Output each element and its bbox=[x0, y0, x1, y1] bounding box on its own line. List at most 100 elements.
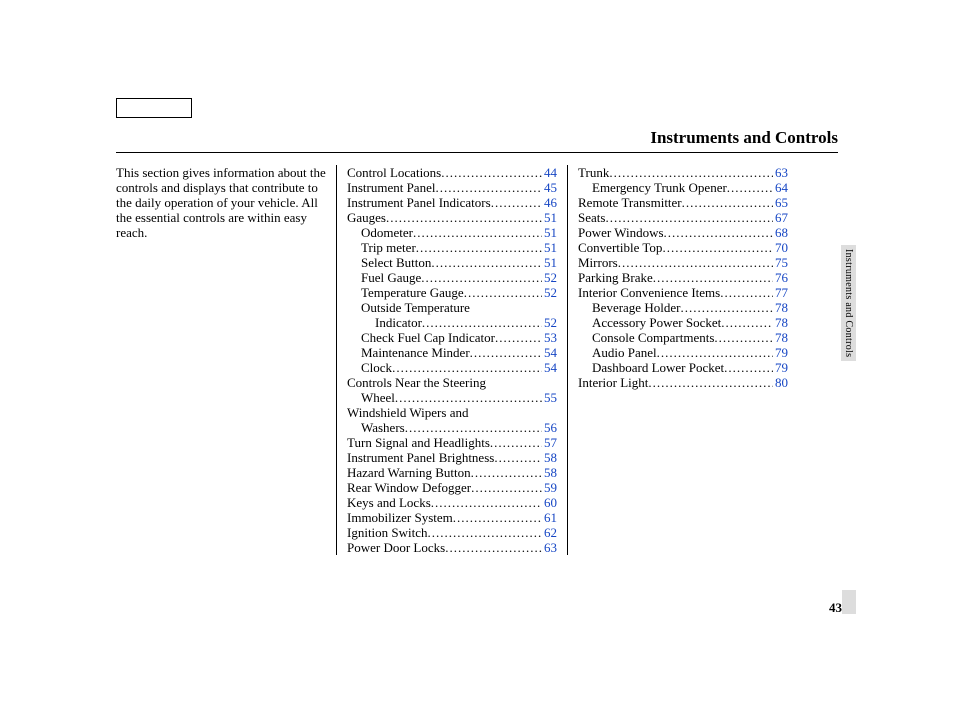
toc-entry[interactable]: Convertible Top 70 bbox=[578, 240, 788, 255]
toc-entry[interactable]: Accessory Power Socket78 bbox=[578, 315, 788, 330]
toc-page[interactable]: 44 bbox=[542, 165, 557, 180]
toc-entry[interactable]: Beverage Holder78 bbox=[578, 300, 788, 315]
toc-entry[interactable]: Audio Panel 79 bbox=[578, 345, 788, 360]
toc-page[interactable]: 77 bbox=[773, 285, 788, 300]
toc-page[interactable]: 78 bbox=[773, 330, 788, 345]
toc-page[interactable]: 65 bbox=[773, 195, 788, 210]
toc-leader-dots bbox=[714, 330, 773, 345]
toc-page[interactable]: 57 bbox=[542, 435, 557, 450]
toc-label: Power Windows bbox=[578, 225, 664, 240]
toc-entry[interactable]: Fuel Gauge52 bbox=[347, 270, 557, 285]
toc-page[interactable]: 59 bbox=[542, 480, 557, 495]
toc-entry[interactable]: Odometer51 bbox=[347, 225, 557, 240]
toc-leader-dots bbox=[724, 360, 773, 375]
toc-label: Convertible Top bbox=[578, 240, 662, 255]
toc-leader-dots bbox=[680, 300, 773, 315]
toc-page[interactable]: 52 bbox=[542, 270, 557, 285]
toc-entry[interactable]: Instrument Panel45 bbox=[347, 180, 557, 195]
toc-label: Instrument Panel Brightness bbox=[347, 450, 494, 465]
toc-page[interactable]: 63 bbox=[773, 165, 788, 180]
toc-entry[interactable]: Control Locations 44 bbox=[347, 165, 557, 180]
toc-label: Remote Transmitter bbox=[578, 195, 682, 210]
toc-entry[interactable]: Temperature Gauge52 bbox=[347, 285, 557, 300]
toc-entry[interactable]: Gauges51 bbox=[347, 210, 557, 225]
toc-entry[interactable]: Interior Convenience Items77 bbox=[578, 285, 788, 300]
toc-entry[interactable]: Select Button51 bbox=[347, 255, 557, 270]
toc-page[interactable]: 52 bbox=[542, 315, 557, 330]
side-gray-marker bbox=[842, 590, 856, 614]
toc-label: Clock bbox=[361, 360, 392, 375]
toc-entry[interactable]: Keys and Locks60 bbox=[347, 495, 557, 510]
toc-entry[interactable]: Seats67 bbox=[578, 210, 788, 225]
toc-page[interactable]: 51 bbox=[542, 210, 557, 225]
toc-page[interactable]: 62 bbox=[542, 525, 557, 540]
toc-entry[interactable]: Instrument Panel Indicators46 bbox=[347, 195, 557, 210]
toc-page[interactable]: 64 bbox=[773, 180, 788, 195]
toc-label: Control Locations bbox=[347, 165, 441, 180]
toc-leader-dots bbox=[648, 375, 773, 390]
toc-page[interactable]: 79 bbox=[773, 360, 788, 375]
toc-entry[interactable]: Maintenance Minder 54 bbox=[347, 345, 557, 360]
toc-page[interactable]: 75 bbox=[773, 255, 788, 270]
toc-page[interactable]: 54 bbox=[542, 345, 557, 360]
toc-label: Dashboard Lower Pocket bbox=[592, 360, 724, 375]
toc-entry[interactable]: Power Windows 68 bbox=[578, 225, 788, 240]
toc-entry[interactable]: Mirrors75 bbox=[578, 255, 788, 270]
toc-entry[interactable]: Instrument Panel Brightness 58 bbox=[347, 450, 557, 465]
side-tab: Instruments and Controls bbox=[841, 245, 856, 361]
toc-page[interactable]: 46 bbox=[542, 195, 557, 210]
toc-page[interactable]: 55 bbox=[542, 390, 557, 405]
toc-page[interactable]: 45 bbox=[542, 180, 557, 195]
toc-page[interactable]: 51 bbox=[542, 255, 557, 270]
toc-leader-dots bbox=[470, 345, 542, 360]
toc-page[interactable]: 52 bbox=[542, 285, 557, 300]
toc-label: Trunk bbox=[578, 165, 609, 180]
toc-page[interactable]: 61 bbox=[542, 510, 557, 525]
toc-entry[interactable]: Trip meter51 bbox=[347, 240, 557, 255]
toc-page[interactable]: 51 bbox=[542, 240, 557, 255]
toc-page[interactable]: 58 bbox=[542, 465, 557, 480]
toc-entry[interactable]: Rear Window Defogger59 bbox=[347, 480, 557, 495]
toc-entry[interactable]: Dashboard Lower Pocket 79 bbox=[578, 360, 788, 375]
toc-entry[interactable]: Emergency Trunk Opener64 bbox=[578, 180, 788, 195]
toc-entry[interactable]: Interior Light80 bbox=[578, 375, 788, 390]
toc-page[interactable]: 80 bbox=[773, 375, 788, 390]
toc-page[interactable]: 79 bbox=[773, 345, 788, 360]
toc-entry[interactable]: Power Door Locks63 bbox=[347, 540, 557, 555]
toc-entry[interactable]: Check Fuel Cap Indicator53 bbox=[347, 330, 557, 345]
toc-page[interactable]: 58 bbox=[542, 450, 557, 465]
toc-entry[interactable]: Trunk 63 bbox=[578, 165, 788, 180]
toc-label: Turn Signal and Headlights bbox=[347, 435, 490, 450]
toc-label: Audio Panel bbox=[592, 345, 657, 360]
toc-page[interactable]: 54 bbox=[542, 360, 557, 375]
toc-page[interactable]: 68 bbox=[773, 225, 788, 240]
toc-page[interactable]: 67 bbox=[773, 210, 788, 225]
toc-leader-dots bbox=[720, 285, 773, 300]
toc-entry[interactable]: Console Compartments78 bbox=[578, 330, 788, 345]
toc-page[interactable]: 51 bbox=[542, 225, 557, 240]
toc-leader-dots bbox=[464, 285, 542, 300]
toc-page[interactable]: 63 bbox=[542, 540, 557, 555]
toc-entry[interactable]: Ignition Switch62 bbox=[347, 525, 557, 540]
toc-entry[interactable]: Washers56 bbox=[347, 420, 557, 435]
toc-entry[interactable]: Turn Signal and Headlights 57 bbox=[347, 435, 557, 450]
toc-page[interactable]: 53 bbox=[542, 330, 557, 345]
toc-page[interactable]: 56 bbox=[542, 420, 557, 435]
toc-entry[interactable]: Hazard Warning Button58 bbox=[347, 465, 557, 480]
toc-entry[interactable]: Parking Brake76 bbox=[578, 270, 788, 285]
toc-entry[interactable]: Immobilizer System61 bbox=[347, 510, 557, 525]
toc-page[interactable]: 60 bbox=[542, 495, 557, 510]
toc-label: Maintenance Minder bbox=[361, 345, 470, 360]
toc-entry[interactable]: Remote Transmitter 65 bbox=[578, 195, 788, 210]
content-columns: This section gives information about the… bbox=[116, 165, 838, 555]
toc-page[interactable]: 76 bbox=[773, 270, 788, 285]
toc-entry[interactable]: Wheel55 bbox=[347, 390, 557, 405]
toc-page[interactable]: 78 bbox=[773, 315, 788, 330]
toc-entry[interactable]: Indicator52 bbox=[347, 315, 557, 330]
toc-entry[interactable]: Clock 54 bbox=[347, 360, 557, 375]
toc-page[interactable]: 70 bbox=[773, 240, 788, 255]
toc-page[interactable]: 78 bbox=[773, 300, 788, 315]
toc-leader-dots bbox=[727, 180, 773, 195]
toc-leader-dots bbox=[495, 330, 542, 345]
toc-leader-dots bbox=[618, 255, 773, 270]
